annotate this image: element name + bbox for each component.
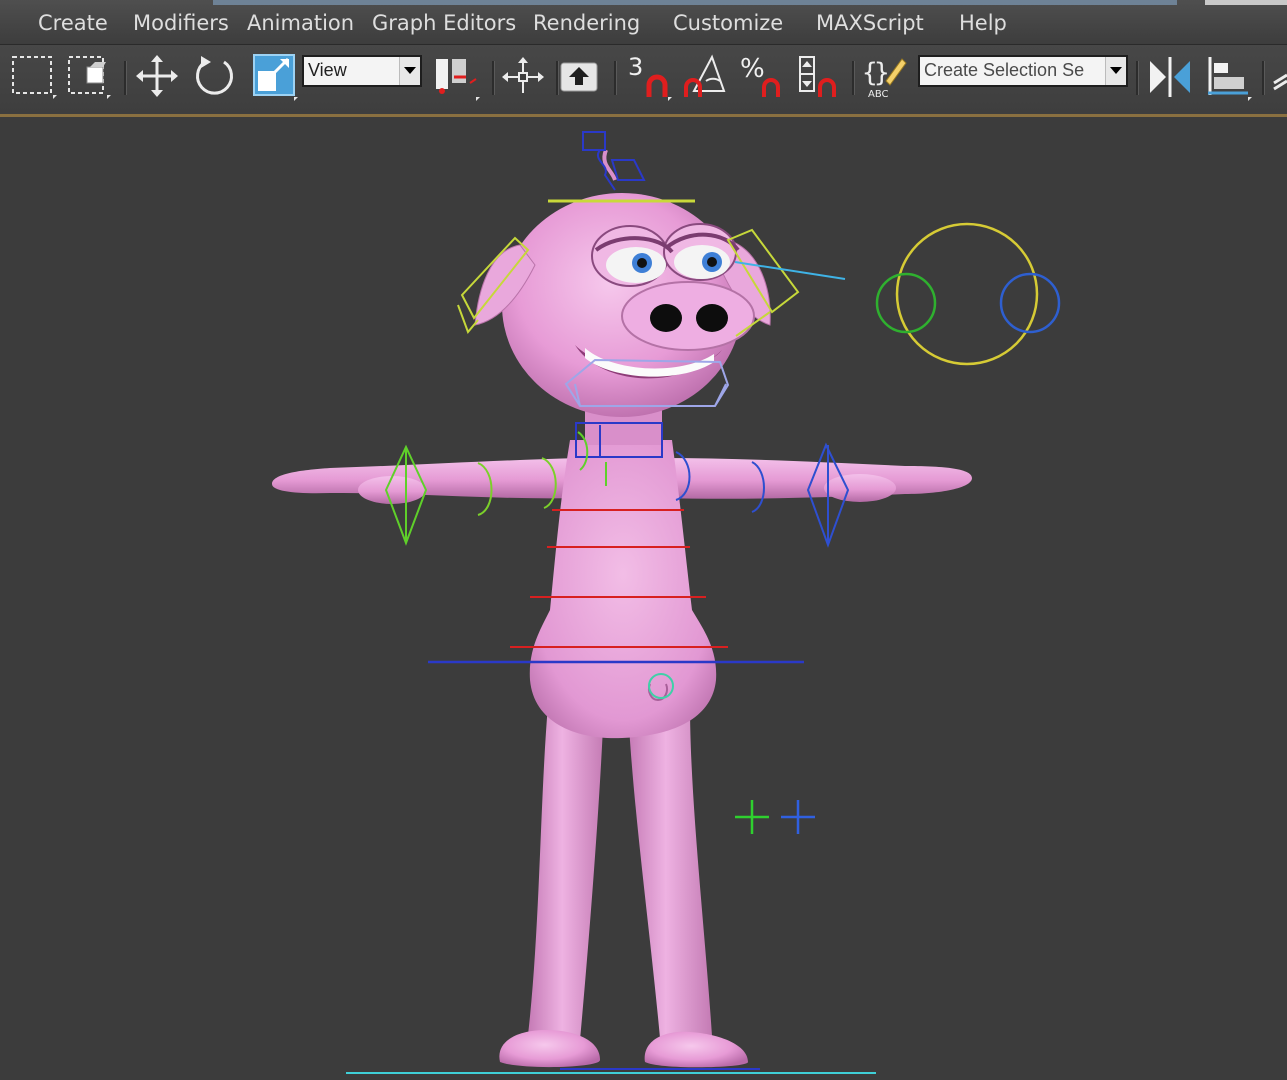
menu-modifiers[interactable]: Modifiers: [133, 11, 229, 35]
named-selection-pencil-icon: { } ABC: [862, 58, 907, 100]
named-selection-dropdown[interactable]: Create Selection Se: [918, 55, 1128, 87]
keyboard-up-arrow-icon: [560, 62, 598, 92]
select-region-icon: [68, 56, 111, 99]
select-manipulate-button[interactable]: [500, 52, 546, 100]
spinner-snap-icon: [799, 56, 836, 97]
toolbar-separator: [1262, 61, 1265, 95]
svg-text:}: }: [874, 58, 890, 88]
scale-button[interactable]: [250, 52, 300, 101]
angle-snap-button[interactable]: [680, 52, 730, 100]
menu-maxscript[interactable]: MAXScript: [816, 11, 924, 35]
toolbar-separator: [1136, 61, 1139, 95]
align-button[interactable]: [1204, 52, 1254, 101]
manipulate-icon: [502, 57, 544, 93]
rotate-icon: [196, 56, 233, 95]
chevron-down-icon: [1105, 57, 1126, 85]
menu-graph-editors[interactable]: Graph Editors: [372, 11, 516, 35]
main-toolbar: View 3 % {} ABC Create Selection Se: [0, 45, 1287, 117]
toolbar-separator: [492, 61, 495, 95]
perspective-viewport[interactable]: [0, 117, 1287, 1080]
chevron-down-icon: [399, 57, 420, 85]
mirror-icon: [1150, 57, 1190, 97]
percent-snap-icon: %: [740, 54, 780, 97]
named-selection-placeholder: Create Selection Se: [924, 60, 1085, 80]
head-top-control[interactable]: [582, 131, 606, 151]
percent-snap-button[interactable]: %: [738, 52, 788, 100]
pivot-center-icon: [436, 59, 480, 101]
menu-bar: Create Modifiers Animation Graph Editors…: [0, 0, 1287, 45]
percent-snap-label: %: [740, 54, 765, 84]
select-rect-icon: [12, 56, 57, 99]
title-bar-strip-right: [1205, 0, 1287, 5]
mirror-button[interactable]: [1146, 52, 1196, 100]
reference-coordinate-value: View: [308, 60, 347, 80]
menu-help[interactable]: Help: [959, 11, 1007, 35]
toolbar-separator: [852, 61, 855, 95]
spinner-snap-button[interactable]: [794, 52, 844, 100]
snap-3d-label: 3: [628, 53, 643, 81]
abc-label: ABC: [868, 89, 889, 100]
eye-left-target-control[interactable]: [875, 272, 937, 334]
snap-magnet-icon: 3: [628, 53, 672, 101]
move-icon: [136, 55, 178, 97]
select-region-button[interactable]: [64, 52, 114, 100]
snap-toggle-button[interactable]: 3: [624, 52, 674, 101]
foot-left-ik-target[interactable]: [735, 800, 769, 834]
reference-coordinate-dropdown[interactable]: View: [302, 55, 422, 87]
edit-named-selection-button[interactable]: { } ABC: [860, 52, 910, 100]
scale-icon: [253, 54, 298, 101]
menu-animation[interactable]: Animation: [247, 11, 354, 35]
toolbar-separator: [124, 61, 127, 95]
pivot-center-button[interactable]: [432, 52, 482, 101]
align-icon: [1208, 57, 1252, 101]
scene-canvas[interactable]: [0, 117, 1287, 1080]
eyes-target-control[interactable]: [895, 222, 1039, 366]
menu-rendering[interactable]: Rendering: [533, 11, 640, 35]
pig-character-mesh[interactable]: [272, 149, 972, 1068]
toolbar-overflow-button[interactable]: [1270, 52, 1287, 100]
keyboard-override-button[interactable]: [556, 52, 602, 100]
foot-right-ik-target[interactable]: [781, 800, 815, 834]
toolbar-separator: [614, 61, 617, 95]
title-bar-strip: [213, 0, 1177, 5]
layers-icon: [1273, 73, 1287, 91]
rotate-button[interactable]: [190, 52, 238, 100]
menu-customize[interactable]: Customize: [673, 11, 783, 35]
select-object-button[interactable]: [8, 52, 60, 100]
menu-create[interactable]: Create: [38, 11, 108, 35]
move-button[interactable]: [134, 52, 180, 100]
angle-snap-icon: [684, 54, 726, 97]
